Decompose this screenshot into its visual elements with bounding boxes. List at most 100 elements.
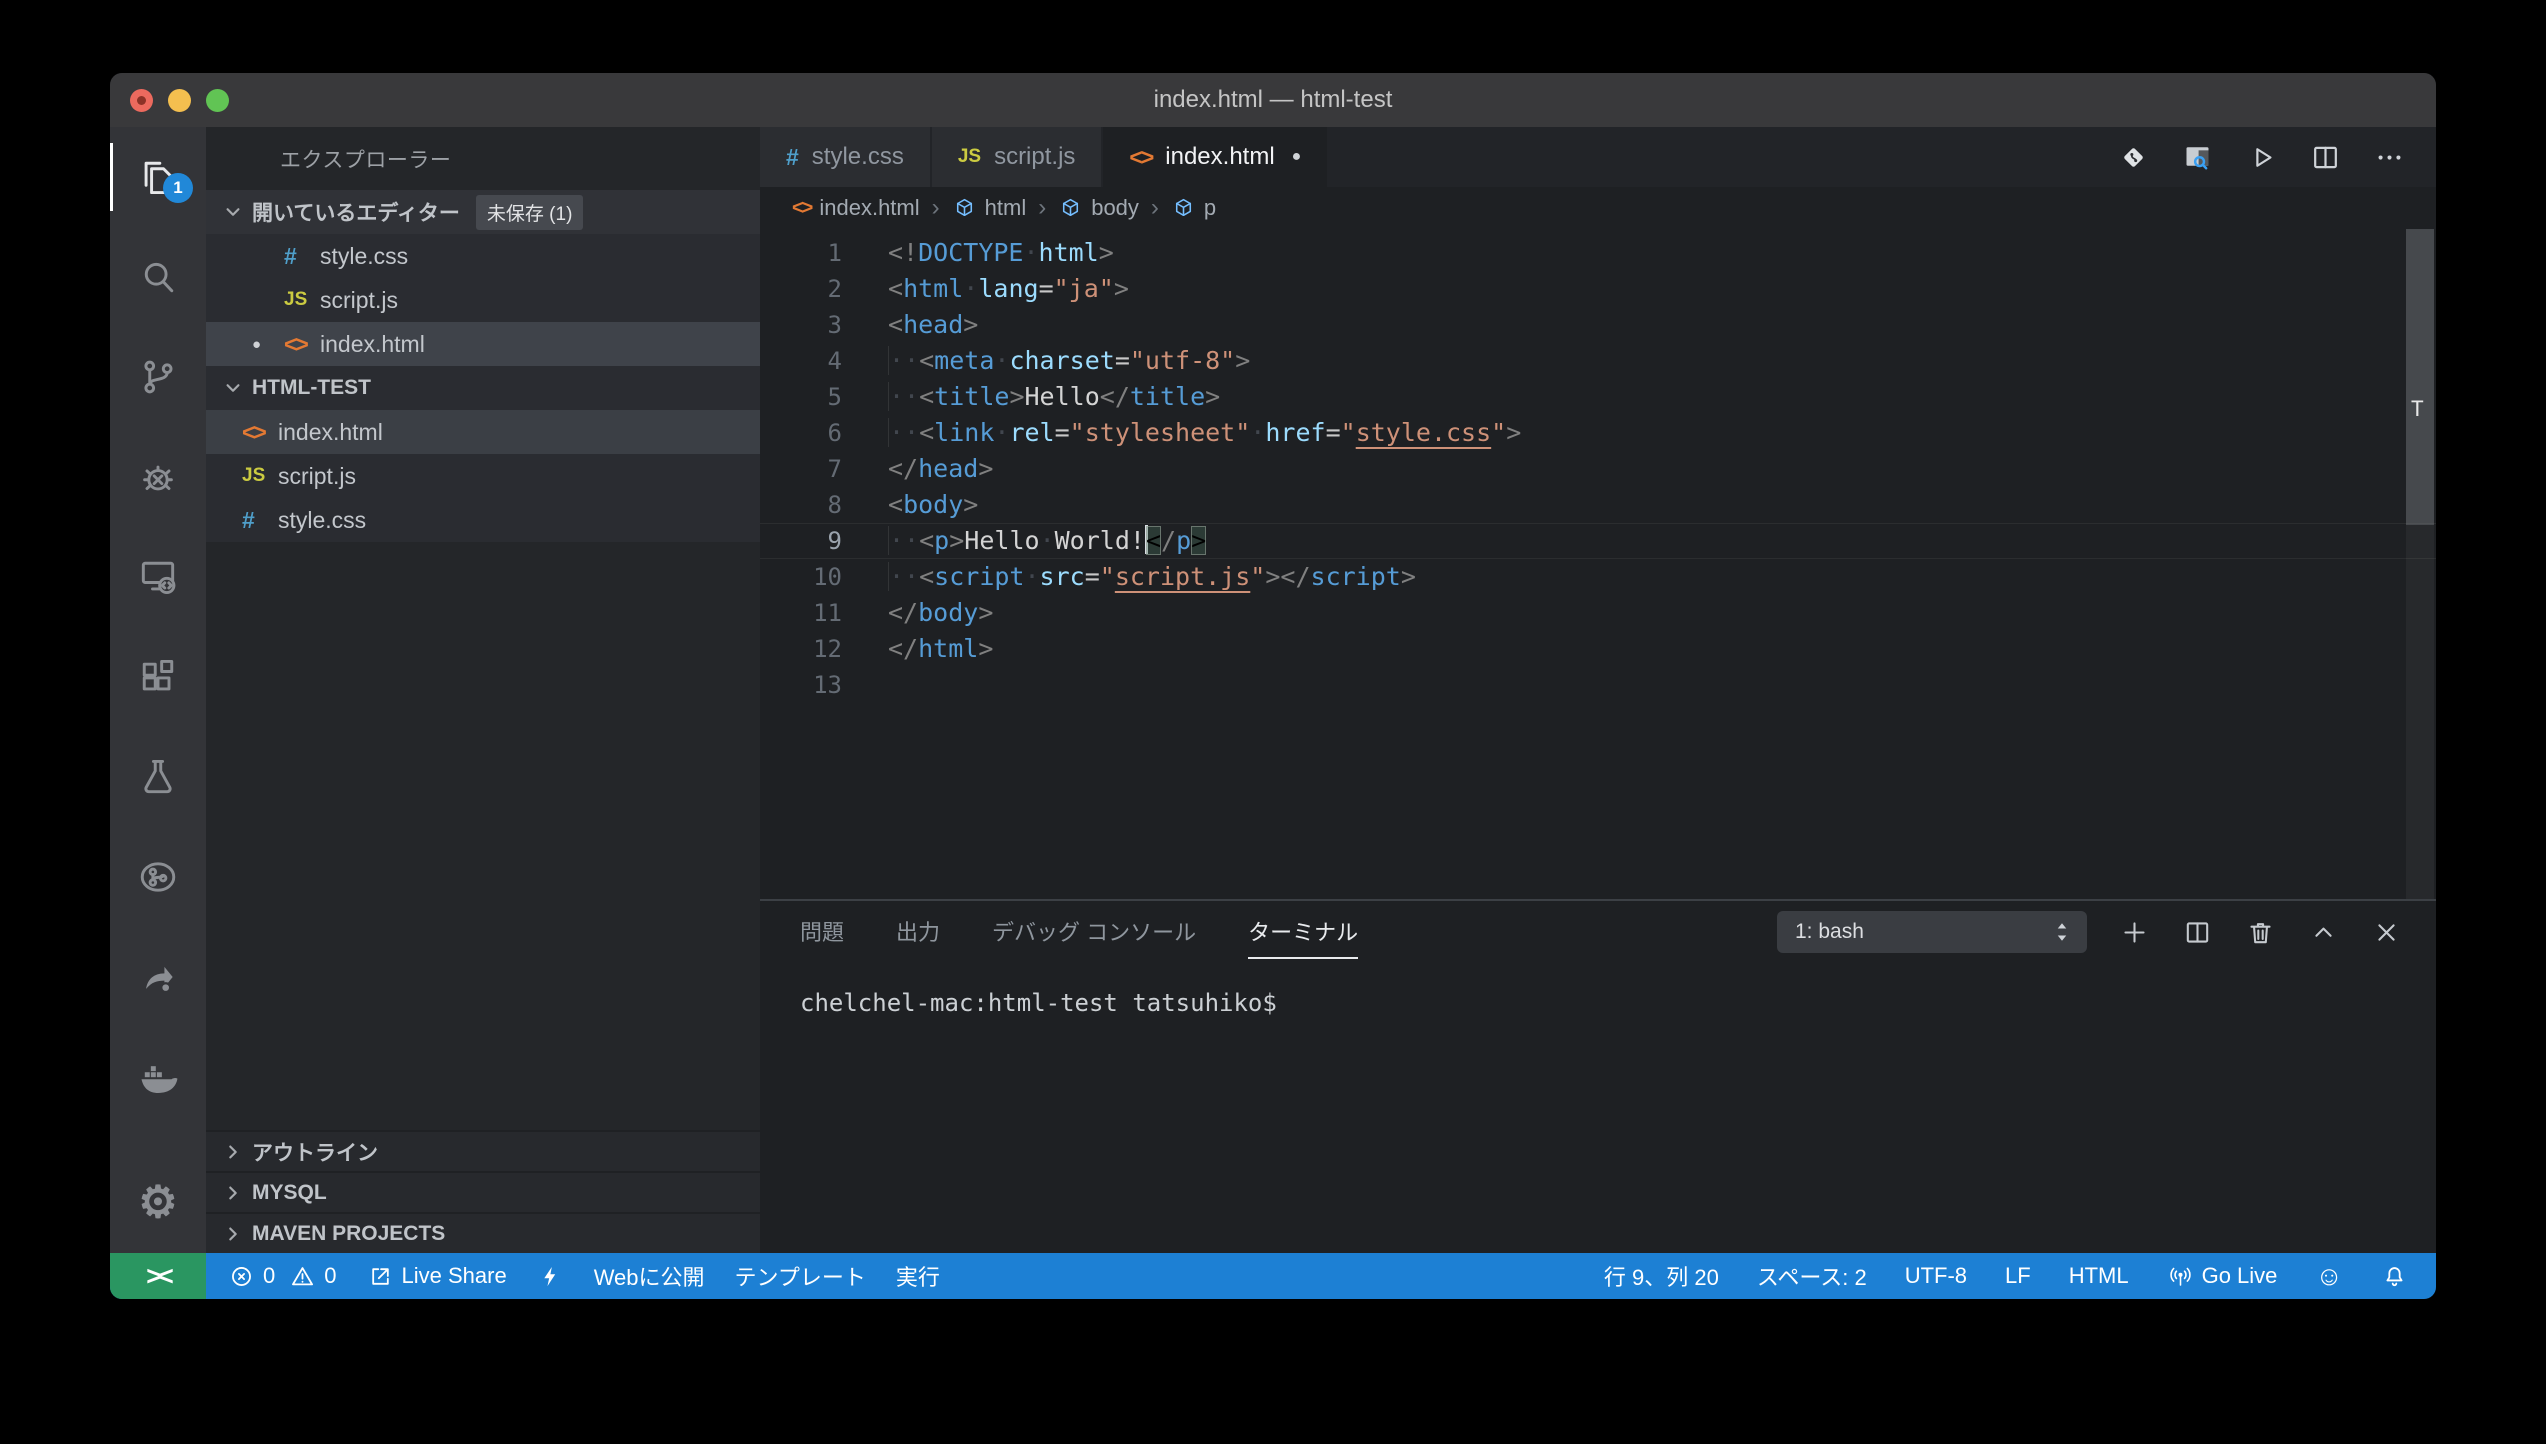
tree-item[interactable]: <>index.html xyxy=(206,410,760,454)
code-editor[interactable]: 1<!DOCTYPE·html>2<html·lang="ja">3<head>… xyxy=(760,229,2436,899)
terminal-select[interactable]: 1: bash xyxy=(1777,911,2087,953)
status-notifications[interactable] xyxy=(2381,1263,2408,1290)
file-label: index.html xyxy=(320,331,425,358)
code-line[interactable]: 11</body> xyxy=(760,595,2436,631)
activity-item-explorer[interactable]: 1 xyxy=(110,127,206,227)
line-number: 1 xyxy=(760,235,860,271)
panel-tab-出力[interactable]: 出力 xyxy=(896,915,940,949)
tree-item[interactable]: JSscript.js xyxy=(206,454,760,498)
activity-item-publish[interactable] xyxy=(110,927,206,1027)
status-encoding[interactable]: UTF-8 xyxy=(1905,1263,1967,1289)
code-line[interactable]: 12</html> xyxy=(760,631,2436,667)
activity-item-testing[interactable] xyxy=(110,727,206,827)
run-file-button[interactable] xyxy=(2245,141,2278,174)
panel-tab-ターミナル[interactable]: ターミナル xyxy=(1248,915,1358,959)
activity-item-git-graph[interactable] xyxy=(110,827,206,927)
breadcrumb-item[interactable]: html xyxy=(952,195,1027,221)
tab-style.css[interactable]: #style.css xyxy=(760,127,930,187)
open-editors-header[interactable]: 開いているエディター 未保存 (1) xyxy=(206,190,760,234)
new-terminal-button[interactable] xyxy=(2119,917,2150,948)
code-line[interactable]: 13 xyxy=(760,667,2436,703)
code-line[interactable]: 9··<p>Hello·World!</p> xyxy=(760,523,2436,559)
status-feedback[interactable]: ☺ xyxy=(2315,1261,2343,1292)
status-label: 0 xyxy=(263,1263,275,1289)
status-label: HTML xyxy=(2069,1263,2129,1289)
sidebar-section-mysql[interactable]: MYSQL xyxy=(206,1171,760,1212)
line-number: 5 xyxy=(760,379,860,415)
folder-header[interactable]: HTML-TEST xyxy=(206,366,760,410)
status-publish-web[interactable]: Webに公開 xyxy=(594,1260,705,1292)
close-panel-button[interactable] xyxy=(2371,917,2402,948)
status-language-mode[interactable]: HTML xyxy=(2069,1263,2129,1289)
source-control-icon xyxy=(136,355,180,399)
open-editors-label: 開いているエディター xyxy=(252,197,460,227)
editor-group: #style.cssJSscript.js<>index.html● <>ind… xyxy=(760,127,2436,1253)
activity-item-debug[interactable] xyxy=(110,427,206,527)
code-line[interactable]: 4··<meta·charset="utf-8"> xyxy=(760,343,2436,379)
terminal-prompt: chelchel-mac:html-test tatsuhiko$ xyxy=(800,989,2436,1017)
line-number: 6 xyxy=(760,415,860,451)
code-line[interactable]: 10··<script·src="script.js"></script> xyxy=(760,559,2436,595)
editor-scrollbar[interactable]: T xyxy=(2406,229,2434,899)
terminal-select-value: 1: bash xyxy=(1795,920,1864,944)
status-cursor-position[interactable]: 行 9、列 20 xyxy=(1604,1260,1719,1292)
code-line[interactable]: 7</head> xyxy=(760,451,2436,487)
status-eol[interactable]: LF xyxy=(2005,1263,2031,1289)
status-live-share[interactable]: Live Share xyxy=(367,1263,507,1290)
html-icon: <> xyxy=(242,419,278,446)
line-number: 10 xyxy=(760,559,860,595)
code-line[interactable]: 3<head> xyxy=(760,307,2436,343)
open-preview-button[interactable] xyxy=(2181,141,2214,174)
sidebar-section-maven-projects[interactable]: MAVEN PROJECTS xyxy=(206,1212,760,1253)
code-line[interactable]: 6··<link·rel="stylesheet"·href="style.cs… xyxy=(760,415,2436,451)
remote-indicator[interactable]: >< xyxy=(110,1253,206,1299)
breadcrumb-item[interactable]: <>index.html xyxy=(792,195,920,221)
status-warnings[interactable]: 0 xyxy=(289,1263,336,1290)
terminal-content[interactable]: chelchel-mac:html-test tatsuhiko$ xyxy=(760,963,2436,1253)
status-go-live[interactable]: Go Live xyxy=(2167,1263,2278,1290)
status-run[interactable]: 実行 xyxy=(896,1260,940,1292)
panel-tab-問題[interactable]: 問題 xyxy=(800,915,844,949)
status-label: 0 xyxy=(324,1263,336,1289)
activity-item-docker[interactable] xyxy=(110,1027,206,1127)
tab-index.html[interactable]: <>index.html● xyxy=(1103,127,1327,187)
tab-label: style.css xyxy=(812,143,904,171)
more-actions-button[interactable] xyxy=(2373,141,2406,174)
open-editor-item[interactable]: JSscript.js xyxy=(206,278,760,322)
split-terminal-button[interactable] xyxy=(2182,917,2213,948)
code-line[interactable]: 1<!DOCTYPE·html> xyxy=(760,235,2436,271)
code-line[interactable]: 8<body> xyxy=(760,487,2436,523)
kill-terminal-button[interactable] xyxy=(2245,917,2276,948)
activity-item-source-control[interactable] xyxy=(110,327,206,427)
split-editor-button[interactable] xyxy=(2309,141,2342,174)
tab-script.js[interactable]: JSscript.js xyxy=(932,127,1102,187)
breadcrumb-item[interactable]: body xyxy=(1058,195,1139,221)
status-errors[interactable]: 0 xyxy=(228,1263,275,1290)
bell-icon xyxy=(2381,1263,2408,1290)
open-editor-item[interactable]: #style.css xyxy=(206,234,760,278)
status-label: 実行 xyxy=(896,1260,940,1292)
activity-item-extensions[interactable] xyxy=(110,627,206,727)
sidebar-section-アウトライン[interactable]: アウトライン xyxy=(206,1130,760,1171)
status-template[interactable]: テンプレート xyxy=(735,1260,866,1292)
activity-item-manage[interactable]: ⚙ xyxy=(110,1153,206,1253)
status-quick-action[interactable] xyxy=(537,1263,564,1290)
code-line[interactable]: 2<html·lang="ja"> xyxy=(760,271,2436,307)
panel-tab-デバッグ コンソール[interactable]: デバッグ コンソール xyxy=(992,915,1196,949)
status-indentation[interactable]: スペース: 2 xyxy=(1757,1260,1867,1292)
git-graph-icon xyxy=(136,855,180,899)
gitlens-button[interactable] xyxy=(2117,141,2150,174)
folder-label: HTML-TEST xyxy=(252,376,371,400)
breadcrumb-item[interactable]: p xyxy=(1171,195,1216,221)
breadcrumb-separator: › xyxy=(1038,194,1046,222)
scrollbar-slider[interactable] xyxy=(2406,229,2434,525)
maximize-panel-button[interactable] xyxy=(2308,917,2339,948)
cube-icon xyxy=(1058,196,1083,221)
status-bar: >< 0 0 Live Share Webに公開テンプレート実行 行 9、列 20 スペ… xyxy=(110,1253,2436,1299)
code-line[interactable]: 5··<title>Hello</title> xyxy=(760,379,2436,415)
titlebar[interactable]: index.html — html-test xyxy=(110,73,2436,127)
open-editor-item[interactable]: ●<>index.html xyxy=(206,322,760,366)
tree-item[interactable]: #style.css xyxy=(206,498,760,542)
activity-item-search[interactable] xyxy=(110,227,206,327)
activity-item-remote-explorer[interactable] xyxy=(110,527,206,627)
